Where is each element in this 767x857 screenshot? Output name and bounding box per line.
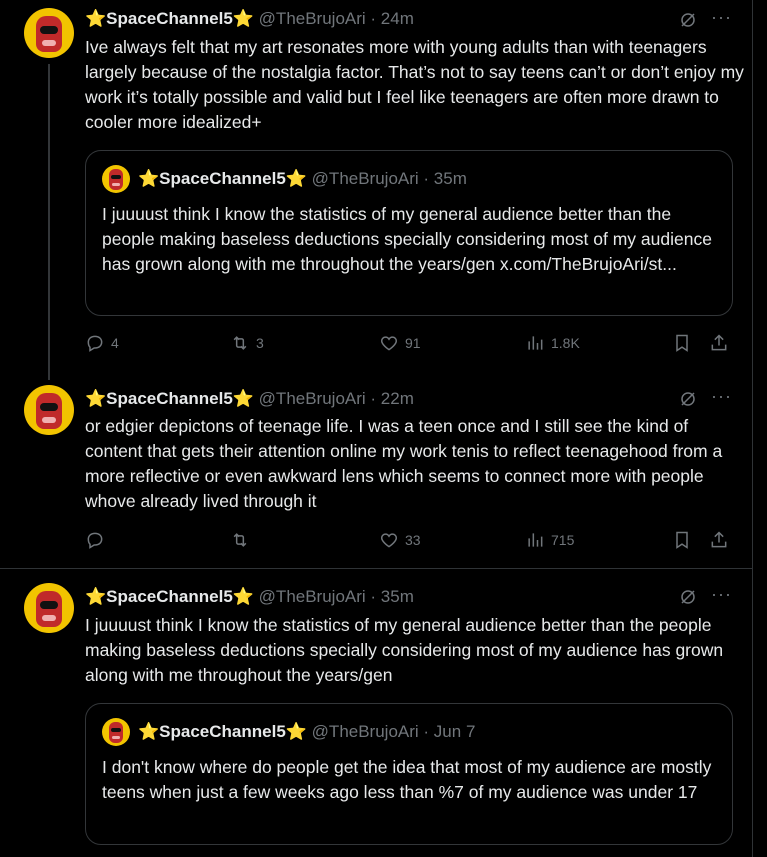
action-bar: 33 715 [85, 530, 735, 554]
share-icon[interactable] [709, 333, 729, 353]
author-handle[interactable]: @TheBrujoAri [259, 9, 366, 28]
quoted-tweet[interactable]: ⭐SpaceChannel5⭐ @TheBrujoAri · 35m I juu… [85, 150, 733, 316]
tweet-timestamp[interactable]: · 24m [370, 9, 413, 28]
quoted-timestamp: · 35m [423, 169, 467, 188]
avatar[interactable] [24, 583, 74, 633]
like-button[interactable]: 91 [379, 333, 421, 353]
more-options-icon[interactable]: ··· [711, 386, 732, 407]
views-button[interactable]: 715 [525, 530, 574, 550]
quoted-tweet[interactable]: ⭐SpaceChannel5⭐ @TheBrujoAri · Jun 7 I d… [85, 703, 733, 845]
more-options-icon[interactable]: ··· [711, 7, 732, 28]
repost-button[interactable] [230, 530, 256, 550]
like-icon [380, 336, 398, 351]
share-icon[interactable] [709, 530, 729, 550]
quoted-author-name: ⭐SpaceChannel5⭐ [138, 169, 307, 188]
bookmark-icon[interactable] [672, 333, 692, 353]
quoted-author-handle: @TheBrujoAri [311, 169, 419, 188]
tweet-timestamp[interactable]: · 22m [370, 389, 413, 408]
reply-button[interactable] [85, 530, 111, 550]
tweet-3[interactable]: ⭐SpaceChannel5⭐ @TheBrujoAri · 35m ··· I… [0, 569, 752, 857]
tweet-text: or edgier depictons of teenage life. I w… [85, 416, 723, 511]
tweet-2[interactable]: ⭐SpaceChannel5⭐ @TheBrujoAri · 22m ··· o… [0, 375, 752, 568]
reply-count: 4 [111, 335, 119, 351]
reply-icon [87, 532, 103, 549]
like-count: 91 [405, 335, 421, 351]
repost-button[interactable]: 3 [230, 333, 264, 353]
like-count: 33 [405, 532, 421, 548]
avatar[interactable] [24, 8, 74, 58]
action-bar: 4 3 91 1.8K [85, 333, 735, 357]
like-button[interactable]: 33 [379, 530, 421, 550]
views-icon [528, 336, 543, 350]
tweet-timestamp[interactable]: · 35m [370, 587, 413, 606]
repost-count: 3 [256, 335, 264, 351]
grok-icon[interactable] [679, 588, 697, 606]
tweet-text: Ive always felt that my art resonates mo… [85, 37, 744, 132]
quoted-timestamp: · Jun 7 [423, 722, 476, 741]
author-name[interactable]: ⭐SpaceChannel5⭐ [85, 389, 254, 408]
quoted-author-name: ⭐SpaceChannel5⭐ [138, 722, 307, 741]
views-count: 1.8K [551, 335, 580, 351]
author-handle[interactable]: @TheBrujoAri [259, 587, 366, 606]
bookmark-icon[interactable] [672, 530, 692, 550]
reply-button[interactable]: 4 [85, 333, 119, 353]
author-handle[interactable]: @TheBrujoAri [259, 389, 366, 408]
quoted-text: I don't know where do people get the ide… [102, 757, 712, 802]
quoted-avatar [102, 165, 130, 193]
author-name[interactable]: ⭐SpaceChannel5⭐ [85, 9, 254, 28]
tweet-1[interactable]: ⭐SpaceChannel5⭐ @TheBrujoAri · 24m ··· I… [0, 0, 752, 375]
repost-icon [233, 533, 247, 547]
views-count: 715 [551, 532, 575, 548]
tweet-text: I juuuust think I know the statistics of… [85, 615, 724, 685]
reply-icon [87, 335, 103, 352]
repost-icon [233, 336, 247, 350]
like-icon [380, 533, 398, 548]
avatar[interactable] [24, 385, 74, 435]
author-name[interactable]: ⭐SpaceChannel5⭐ [85, 587, 254, 606]
views-button[interactable]: 1.8K [525, 333, 580, 353]
more-options-icon[interactable]: ··· [711, 584, 732, 605]
scrollbar-track[interactable] [752, 0, 767, 857]
quoted-text: I juuuust think I know the statistics of… [102, 204, 712, 274]
views-icon [528, 533, 543, 547]
grok-icon[interactable] [679, 11, 697, 29]
quoted-author-handle: @TheBrujoAri [311, 722, 419, 741]
quoted-avatar [102, 718, 130, 746]
grok-icon[interactable] [679, 390, 697, 408]
